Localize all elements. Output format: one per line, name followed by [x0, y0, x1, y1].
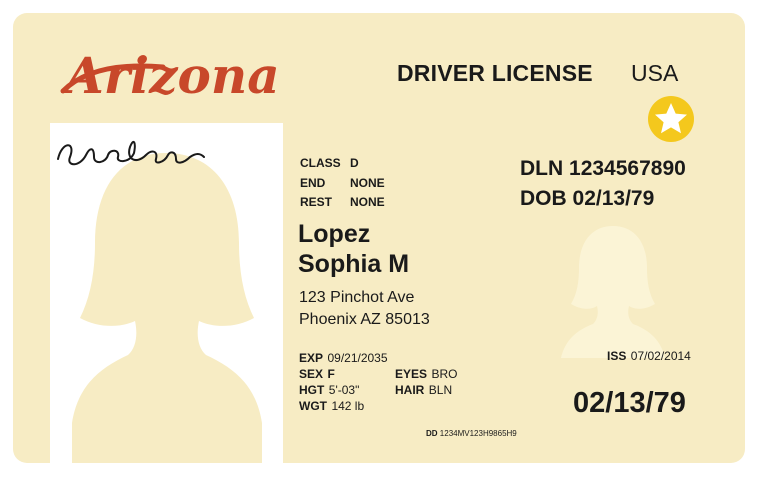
- dln-value: 1234567890: [569, 157, 686, 180]
- exp-value: 09/21/2035: [327, 351, 388, 365]
- wgt-label: WGT: [299, 399, 327, 413]
- first-name: Sophia M: [298, 250, 410, 278]
- state-logo: Arizona: [60, 46, 280, 105]
- iss-value: 07/02/2014: [630, 349, 691, 363]
- hair-value: BLN: [428, 383, 453, 397]
- portrait-photo: [50, 123, 283, 463]
- end-label: END: [300, 176, 326, 190]
- address-line1: 123 Pinchot Ave: [299, 289, 415, 306]
- country-label: USA: [631, 60, 679, 86]
- hgt-value: 5'-03": [328, 383, 360, 397]
- wgt-field: WGT 142 lb: [299, 397, 364, 415]
- dd-field: DD 1234MV123H9865H9: [426, 429, 517, 438]
- iss-field: ISS 07/02/2014: [607, 347, 691, 365]
- hair-label: HAIR: [395, 383, 425, 397]
- class-value: D: [350, 156, 359, 170]
- wgt-value: 142 lb: [331, 399, 365, 413]
- dob-field: DOB 02/13/79: [520, 187, 654, 211]
- dob-value: 02/13/79: [572, 187, 655, 210]
- iss-label: ISS: [607, 349, 627, 363]
- sex-label: SEX: [299, 367, 324, 381]
- sex-value: F: [327, 367, 335, 381]
- signature-icon: [57, 140, 205, 166]
- ghost-portrait-icon: [561, 226, 665, 358]
- address-line2: Phoenix AZ 85013: [299, 311, 430, 328]
- large-dob: 02/13/79: [573, 387, 686, 419]
- dln-label: DLN: [520, 157, 564, 180]
- rest-label: REST: [300, 195, 333, 209]
- rest-value: NONE: [350, 195, 385, 209]
- end-value: NONE: [350, 176, 385, 190]
- star-icon: [648, 96, 694, 142]
- dob-label: DOB: [520, 187, 567, 210]
- document-title: DRIVER LICENSE: [397, 60, 593, 86]
- last-name: Lopez: [298, 220, 371, 248]
- eyes-label: EYES: [395, 367, 428, 381]
- class-label: CLASS: [300, 156, 341, 170]
- license-card: Arizona DRIVER LICENSE USA CLASS D END N…: [13, 13, 745, 463]
- dln-field: DLN 1234567890: [520, 157, 686, 181]
- dd-label: DD: [426, 429, 438, 438]
- eyes-value: BRO: [431, 367, 458, 381]
- hair-field: HAIR BLN: [395, 381, 452, 399]
- hgt-label: HGT: [299, 383, 325, 397]
- exp-label: EXP: [299, 351, 324, 365]
- state-logo-text: Arizona: [61, 46, 280, 105]
- dd-value: 1234MV123H9865H9: [439, 429, 517, 438]
